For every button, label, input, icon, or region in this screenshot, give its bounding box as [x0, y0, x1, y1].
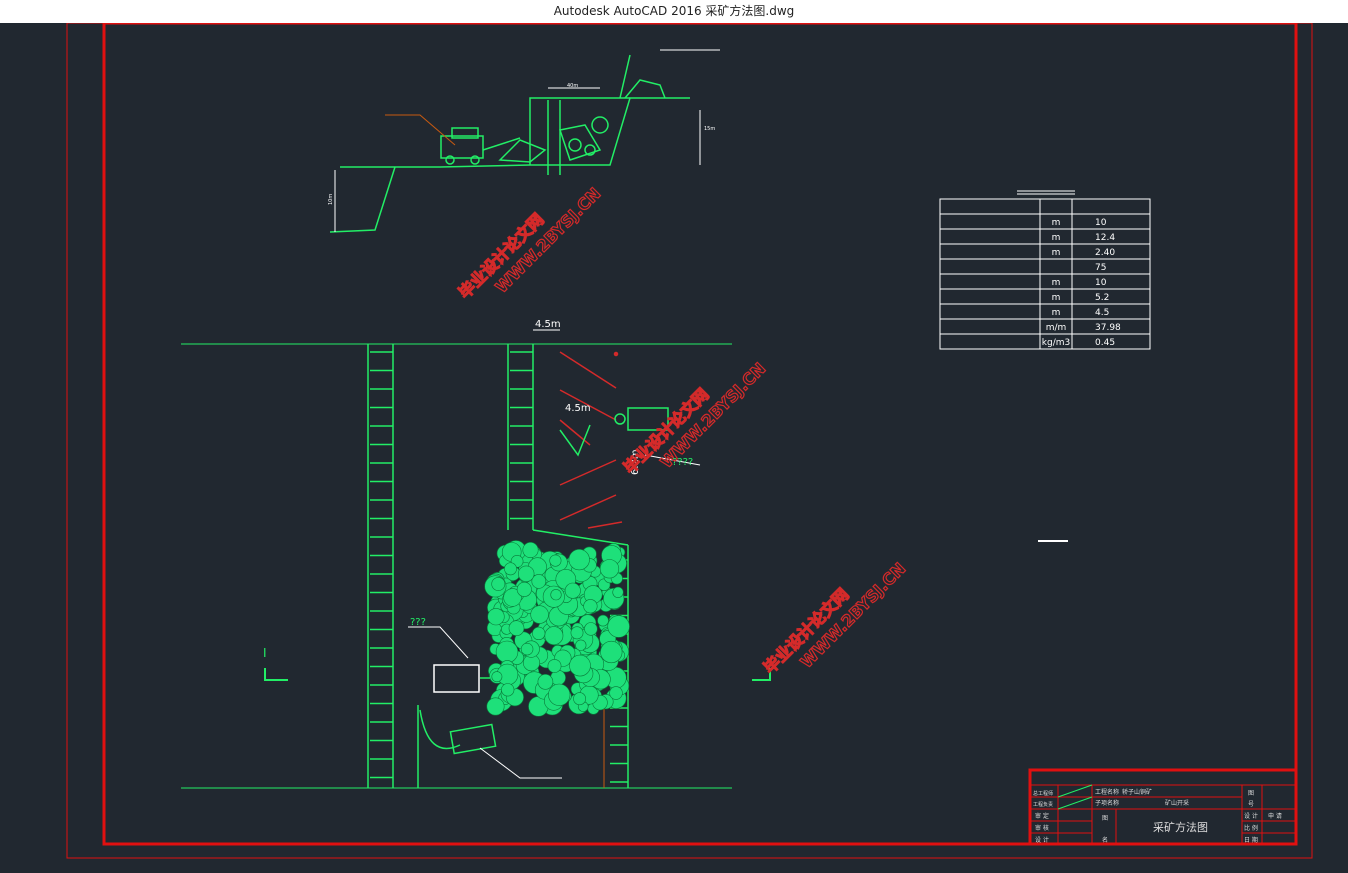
ore-rock: [584, 622, 598, 636]
haul-truck: [417, 705, 562, 788]
table-value: 4.5: [1095, 308, 1109, 318]
ore-rock: [495, 640, 519, 664]
drawing-canvas[interactable]: 40m 15m 10m 4.5m 4.5m 6.2m ???? ??? I m …: [0, 21, 1348, 869]
ore-rock: [583, 599, 598, 614]
tb-row-3: 审 核: [1035, 824, 1049, 832]
loader-equipment: [433, 664, 490, 693]
tb-figure-label: 图: [1102, 815, 1108, 822]
dim-inner-width: 4.5m: [565, 403, 591, 414]
blast-holes: [559, 351, 623, 529]
ore-rock: [517, 565, 535, 582]
table-unit: kg/m3: [1042, 338, 1070, 348]
tb-stage: 申 请: [1268, 812, 1282, 820]
ore-rock: [508, 620, 525, 637]
tb-right-3: 比 例: [1244, 824, 1258, 832]
ore-rock: [501, 683, 515, 697]
tb-right-4: 日 期: [1244, 836, 1258, 844]
tb-sub-label: 子项名称: [1095, 799, 1119, 807]
ore-rock: [568, 548, 590, 571]
tb-project-label: 工程名称: [1095, 788, 1119, 796]
label-b: ???: [410, 617, 426, 628]
tb-right-2: 设 计: [1244, 812, 1258, 820]
table-unit: m/m: [1046, 323, 1067, 333]
table-unit: m: [1052, 278, 1061, 288]
ore-rock: [544, 626, 564, 646]
table-value: 37.98: [1095, 323, 1121, 333]
ore-rock: [520, 642, 534, 656]
dim-small-c: 10m: [328, 194, 334, 205]
tb-row-2: 审 定: [1035, 812, 1049, 820]
ore-rock: [516, 581, 532, 597]
table-unit: m: [1052, 233, 1061, 243]
tb-right-1: 号: [1248, 801, 1254, 808]
ore-rock: [487, 608, 505, 626]
ore-rock: [522, 541, 539, 558]
ore-rock: [570, 626, 584, 640]
table-unit: m: [1052, 308, 1061, 318]
watermark-2: 毕业设计论文网 WWW.2BYSJ.CN: [619, 358, 770, 478]
ladder-ticks-left: [370, 351, 393, 779]
tb-row-1: 工程负责: [1033, 801, 1053, 808]
table-unit: m: [1052, 218, 1061, 228]
ore-rock: [530, 605, 549, 624]
ore-rock: [573, 692, 586, 706]
ore-rock: [609, 686, 623, 700]
table-unit: m: [1052, 248, 1061, 258]
ore-rock: [548, 683, 571, 706]
cross-section-view: [329, 49, 720, 233]
ore-rock: [569, 654, 591, 677]
window-title: Autodesk AutoCAD 2016 采矿方法图.dwg: [0, 0, 1348, 23]
ore-rock: [612, 586, 624, 598]
dim-small-a: 40m: [567, 83, 578, 89]
watermark-1: 毕业设计论文网 WWW.2BYSJ.CN: [454, 183, 605, 303]
dim-top-width: 4.5m: [535, 319, 561, 330]
ore-rock: [549, 554, 562, 567]
table-value: 5.2: [1095, 293, 1109, 303]
ore-rock: [607, 615, 630, 638]
plan-view: [181, 343, 732, 789]
ore-rock: [491, 671, 503, 683]
ore-rock: [599, 559, 620, 579]
table-value: 10: [1095, 218, 1107, 228]
ore-rock: [537, 673, 554, 690]
ore-rock: [486, 697, 505, 716]
ore-rock: [547, 659, 562, 673]
ore-rock: [504, 562, 517, 576]
tb-row-0: 总工程师: [1033, 790, 1053, 797]
ore-rock: [491, 577, 506, 591]
ore-rock: [600, 640, 623, 664]
table-value: 10: [1095, 278, 1107, 288]
ore-rock: [532, 626, 546, 641]
tb-project-value: 轿子山铜矿: [1122, 788, 1152, 796]
tb-right-0: 图: [1248, 790, 1254, 797]
tb-sub-value: 矿山开采: [1165, 799, 1189, 807]
ore-pile: [484, 540, 630, 717]
leader-line: [408, 626, 469, 659]
table-value: 2.40: [1095, 248, 1115, 258]
section-mark-text: I: [263, 646, 267, 660]
table-unit: m: [1052, 293, 1061, 303]
ore-rock: [564, 582, 581, 599]
ladder-ticks-mid: [510, 351, 533, 520]
ore-rock: [550, 589, 562, 601]
dim-small-b: 15m: [704, 126, 715, 132]
table-value: 0.45: [1095, 338, 1115, 348]
table-value: 75: [1095, 263, 1106, 273]
tb-row-4: 设 计: [1035, 836, 1049, 844]
watermark-3: 毕业设计论文网 WWW.2BYSJ.CN: [759, 558, 910, 678]
tb-drawing-title: 采矿方法图: [1153, 820, 1208, 834]
ore-rock: [597, 614, 609, 627]
params-table: m 10 m 12.4 m 2.40 75 m 10 m 5.2 m 4.5 m/m 37.98 kg/m3 0…: [939, 198, 1151, 350]
tb-name-label: 名: [1102, 836, 1108, 844]
table-value: 12.4: [1095, 233, 1115, 243]
